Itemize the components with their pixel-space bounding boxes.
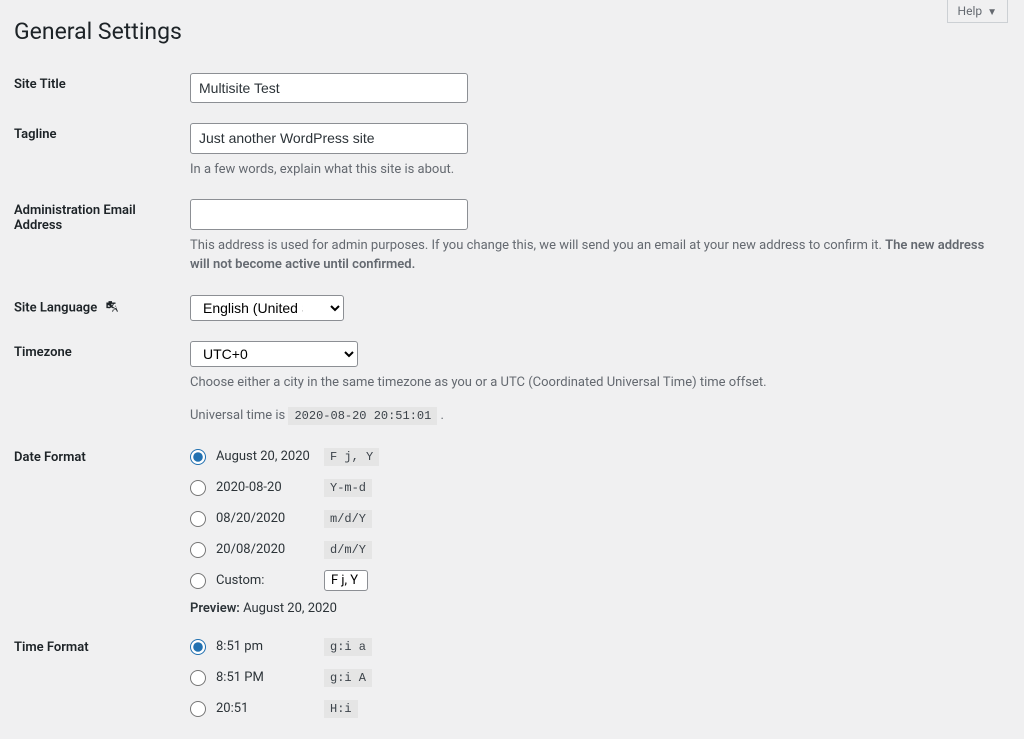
timezone-select[interactable]: UTC+0 (190, 341, 358, 367)
date-format-option[interactable]: 20/08/2020 d/m/Y (190, 539, 998, 561)
page-title: General Settings (14, 18, 1008, 45)
help-tab[interactable]: Help ▼ (947, 0, 1008, 23)
date-format-option[interactable]: August 20, 2020 F j, Y (190, 446, 998, 468)
admin-email-input[interactable] (190, 199, 468, 229)
time-format-radio[interactable] (190, 701, 206, 717)
tagline-hint: In a few words, explain what this site i… (190, 160, 998, 180)
tagline-label: Tagline (14, 113, 190, 189)
time-format-option[interactable]: 8:51 PM g:i A (190, 667, 998, 689)
time-format-radio[interactable] (190, 639, 206, 655)
translate-icon (104, 299, 120, 317)
date-format-radio[interactable] (190, 449, 206, 465)
date-format-custom[interactable]: Custom: (190, 570, 998, 592)
date-format-radio[interactable] (190, 573, 206, 589)
date-format-option[interactable]: 2020-08-20 Y-m-d (190, 477, 998, 499)
date-format-label: Date Format (14, 436, 190, 626)
date-format-radio[interactable] (190, 542, 206, 558)
date-format-option[interactable]: 08/20/2020 m/d/Y (190, 508, 998, 530)
time-format-label: Time Format (14, 626, 190, 739)
timezone-label: Timezone (14, 331, 190, 436)
time-format-option[interactable]: 20:51 H:i (190, 698, 998, 720)
time-format-option[interactable]: 8:51 pm g:i a (190, 636, 998, 658)
time-format-radio[interactable] (190, 670, 206, 686)
date-format-radio[interactable] (190, 480, 206, 496)
date-format-radio[interactable] (190, 511, 206, 527)
site-title-input[interactable] (190, 73, 468, 103)
help-label: Help (958, 4, 983, 18)
date-format-preview: Preview: August 20, 2020 (190, 601, 998, 616)
site-language-label: Site Language (14, 285, 190, 331)
timezone-hint: Choose either a city in the same timezon… (190, 373, 998, 393)
date-format-custom-input[interactable] (324, 570, 368, 591)
chevron-down-icon: ▼ (987, 7, 997, 18)
site-title-label: Site Title (14, 63, 190, 113)
admin-email-label: Administration Email Address (14, 189, 190, 284)
tagline-input[interactable] (190, 123, 468, 153)
universal-time: Universal time is 2020-08-20 20:51:01 . (190, 406, 998, 426)
site-language-select[interactable]: English (United States) (190, 295, 344, 321)
admin-email-hint: This address is used for admin purposes.… (190, 236, 998, 275)
